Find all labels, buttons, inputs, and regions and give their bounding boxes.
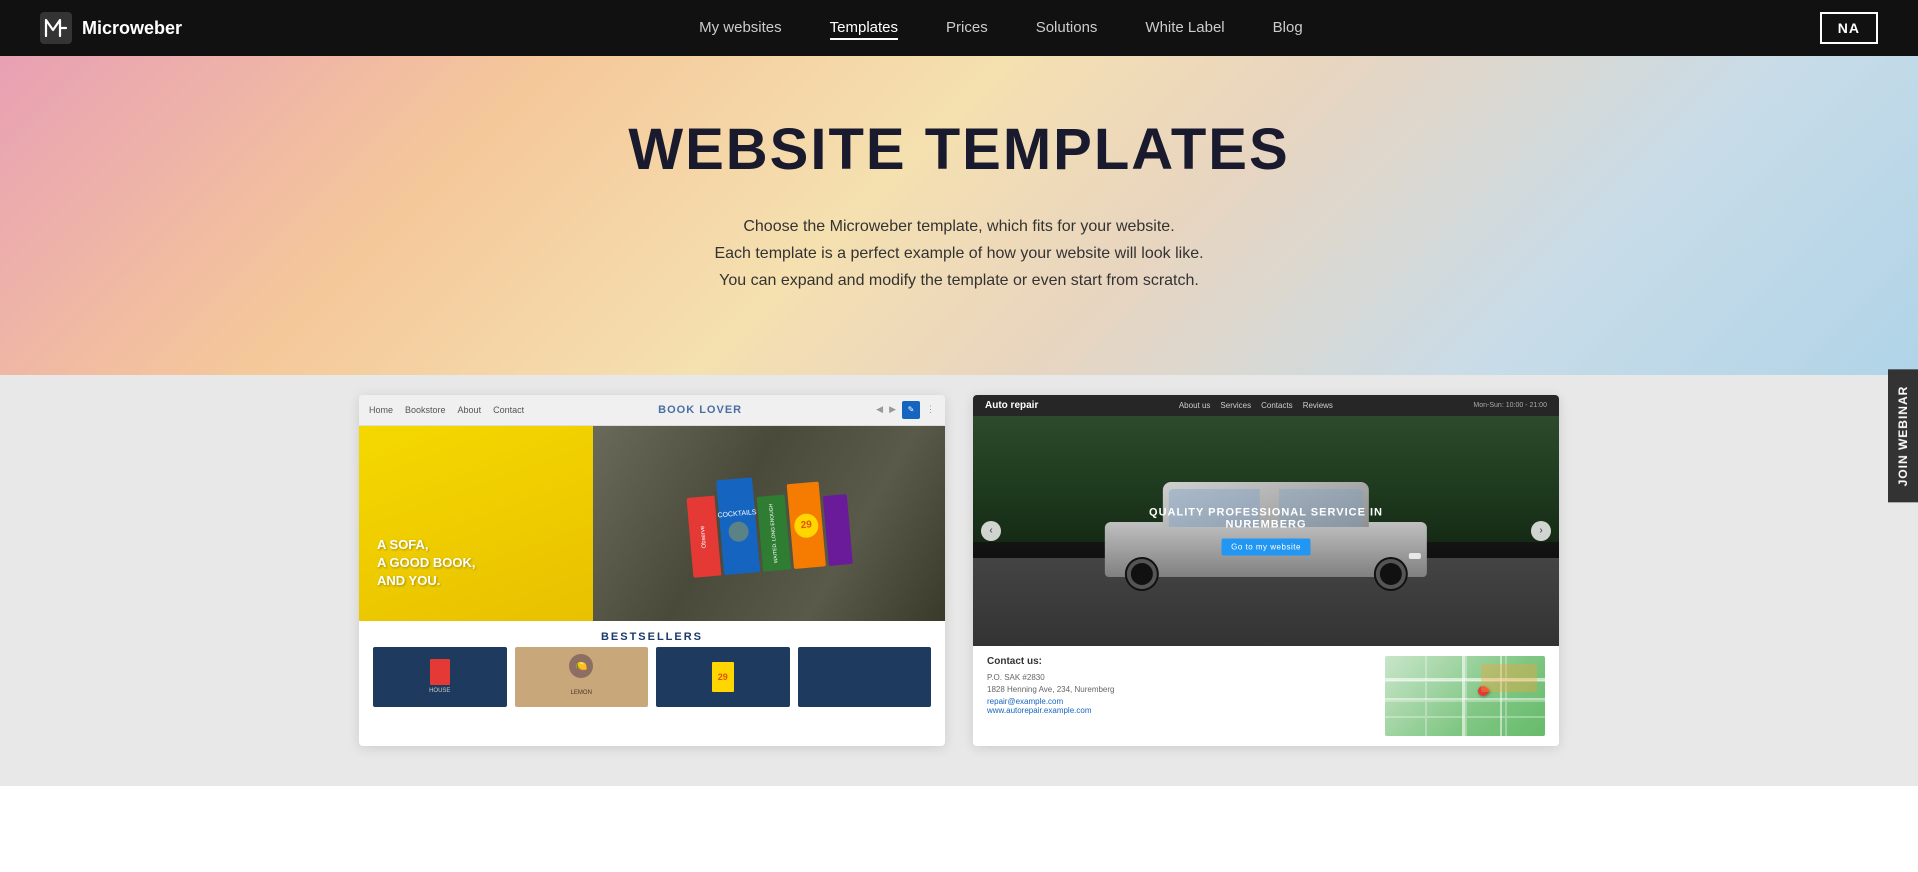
nav-solutions[interactable]: Solutions bbox=[1036, 19, 1098, 36]
book-nav-home: Home bbox=[369, 405, 393, 415]
bestsellers-title: BESTSELLERS bbox=[373, 631, 931, 643]
templates-grid: Home Bookstore About Contact BOOK LOVER … bbox=[359, 395, 1559, 746]
auto-hero-image: QUALITY PROFESSIONAL SERVICE IN NUREMBER… bbox=[973, 416, 1559, 646]
contact-title: Contact us: bbox=[987, 656, 1375, 667]
bestseller-item-2: 🍋 LEMON bbox=[515, 647, 649, 707]
templates-section: Home Bookstore About Contact BOOK LOVER … bbox=[0, 375, 1918, 786]
auto-nav: Auto repair About us Services Contacts R… bbox=[973, 395, 1559, 416]
nav-prices[interactable]: Prices bbox=[946, 19, 988, 36]
auto-hero-overlay: QUALITY PROFESSIONAL SERVICE IN NUREMBER… bbox=[1120, 506, 1413, 555]
contact-web: www.autorepair.example.com bbox=[987, 706, 1375, 715]
auto-nav-contacts: Contacts bbox=[1261, 401, 1293, 410]
auto-logo: Auto repair bbox=[985, 400, 1038, 411]
auto-hours: Mon-Sun: 10:00 - 21:00 bbox=[1473, 402, 1547, 409]
book-hero-image: A SOFA, A GOOD BOOK, AND YOU. Observe bbox=[359, 426, 945, 621]
auto-hero-title: QUALITY PROFESSIONAL SERVICE IN NUREMBER… bbox=[1120, 506, 1413, 530]
template-card-book-lover[interactable]: Home Bookstore About Contact BOOK LOVER … bbox=[359, 395, 945, 746]
book-hero-text: A SOFA, A GOOD BOOK, AND YOU. bbox=[377, 536, 475, 591]
browser-icon-3: ✎ bbox=[902, 401, 920, 419]
hero-subtitle: Choose the Microweber template, which fi… bbox=[709, 213, 1209, 295]
book2: COCKTAILS bbox=[716, 477, 760, 575]
map-street-v1 bbox=[1462, 656, 1465, 736]
auto-nav-links: About us Services Contacts Reviews bbox=[1179, 401, 1333, 410]
navbar: Microweber My websites Templates Prices … bbox=[0, 0, 1918, 56]
auto-cta-button[interactable]: Go to my website bbox=[1221, 538, 1311, 555]
book5 bbox=[823, 494, 853, 566]
hero-section: WEBSITE TEMPLATES Choose the Microweber … bbox=[0, 56, 1918, 375]
map-road-v2 bbox=[1465, 656, 1467, 736]
book-nav-links: Home Bookstore About Contact bbox=[369, 405, 524, 415]
nav-links: My websites Templates Prices Solutions W… bbox=[699, 19, 1303, 37]
book1: Observe bbox=[687, 495, 722, 577]
book-nav-about: About bbox=[458, 405, 482, 415]
contact-street: 1828 Henning Ave, 234, Nuremberg bbox=[987, 685, 1375, 694]
book-nav-contact: Contact bbox=[493, 405, 524, 415]
book3: WAITED. LONG ENOUGH bbox=[757, 494, 791, 571]
contact-email: repair@example.com bbox=[987, 697, 1375, 706]
contact-info: Contact us: P.O. SAK #2830 1828 Henning … bbox=[987, 656, 1375, 736]
browser-icon-2: ▶ bbox=[889, 404, 896, 415]
brand-name: Microweber bbox=[82, 18, 182, 39]
hero-subtitle-line1: Choose the Microweber template, which fi… bbox=[709, 213, 1209, 240]
book-nav-bookstore: Bookstore bbox=[405, 405, 446, 415]
hero-subtitle-line3: You can expand and modify the template o… bbox=[709, 267, 1209, 294]
browser-bar: Home Bookstore About Contact BOOK LOVER … bbox=[359, 395, 945, 426]
book4: 29 bbox=[787, 481, 826, 568]
auto-nav-about: About us bbox=[1179, 401, 1211, 410]
browser-icon-4: ⋮ bbox=[926, 404, 935, 415]
map-street-h2 bbox=[1385, 698, 1545, 700]
nav-blog[interactable]: Blog bbox=[1273, 19, 1303, 36]
nav-white-label[interactable]: White Label bbox=[1145, 19, 1224, 36]
map-road-v1 bbox=[1425, 656, 1427, 736]
book-sofa-bg: A SOFA, A GOOD BOOK, AND YOU. bbox=[359, 426, 605, 621]
bestseller-item-3: 29 bbox=[656, 647, 790, 707]
contact-map bbox=[1385, 656, 1545, 736]
join-webinar-button[interactable]: JOIN WEBINAR bbox=[1888, 370, 1918, 503]
account-button[interactable]: NA bbox=[1820, 12, 1878, 44]
template-card-auto-repair[interactable]: Auto repair About us Services Contacts R… bbox=[973, 395, 1559, 746]
auto-nav-services: Services bbox=[1220, 401, 1251, 410]
map-highlight bbox=[1481, 664, 1537, 692]
nav-my-websites[interactable]: My websites bbox=[699, 19, 782, 36]
bestseller-item-4 bbox=[798, 647, 932, 707]
hero-subtitle-line2: Each template is a perfect example of ho… bbox=[709, 240, 1209, 267]
auto-contact-section: Contact us: P.O. SAK #2830 1828 Henning … bbox=[973, 646, 1559, 746]
contact-address: P.O. SAK #2830 bbox=[987, 673, 1375, 682]
book-logo: BOOK LOVER bbox=[658, 404, 742, 416]
hero-title: WEBSITE TEMPLATES bbox=[20, 116, 1898, 183]
brand-logo[interactable]: Microweber bbox=[40, 12, 182, 44]
nav-templates[interactable]: Templates bbox=[830, 19, 898, 40]
bestsellers-row: HOUSE 🍋 LEMON 29 bbox=[373, 647, 931, 707]
book-bestsellers: BESTSELLERS HOUSE 🍋 LEMON bbox=[359, 621, 945, 717]
auto-nav-reviews: Reviews bbox=[1303, 401, 1333, 410]
browser-icon-1: ◀ bbox=[876, 404, 883, 415]
auto-car-bg: QUALITY PROFESSIONAL SERVICE IN NUREMBER… bbox=[973, 416, 1559, 646]
book-pile-area: Observe COCKTAILS WAITED. LONG ENOUGH 29 bbox=[593, 426, 945, 621]
bestseller-item-1: HOUSE bbox=[373, 647, 507, 707]
